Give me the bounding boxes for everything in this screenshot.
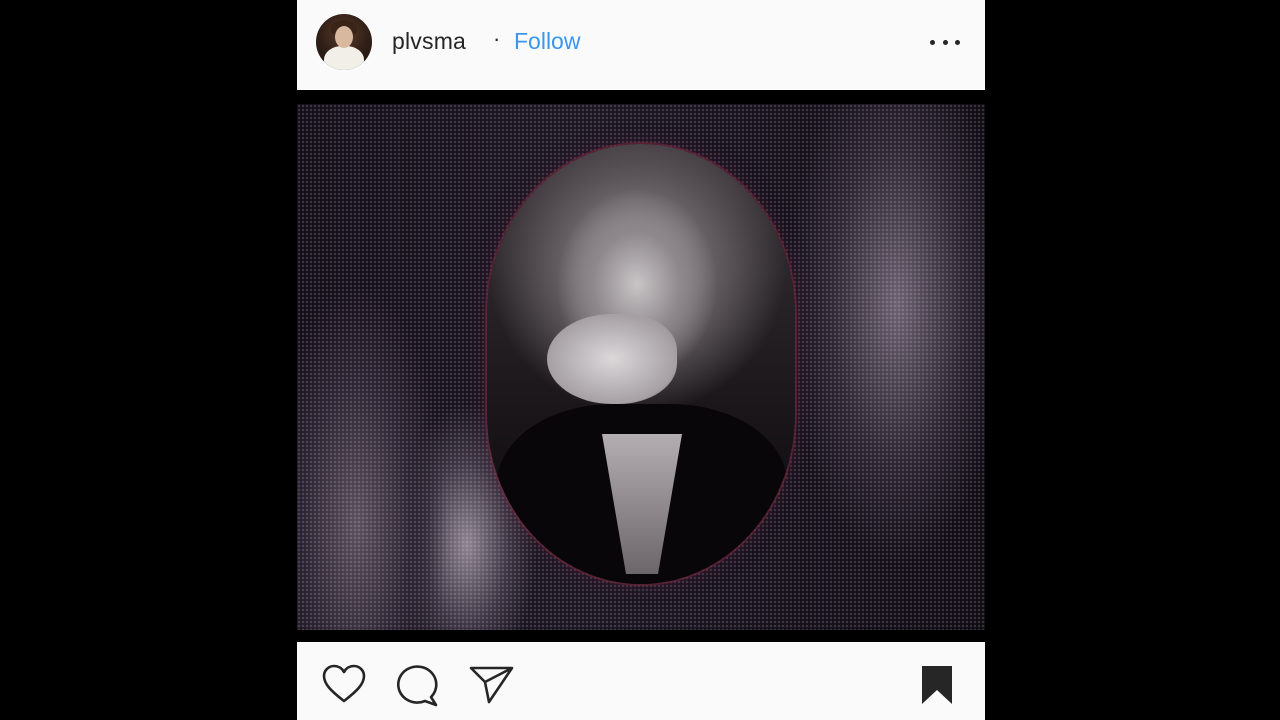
portrait-oval [487, 144, 795, 584]
post-header: plvsma · Follow [297, 0, 985, 90]
more-dot [955, 39, 960, 45]
avatar-dress [324, 46, 364, 70]
portrait-hand [547, 314, 677, 404]
post-card: plvsma · Follow [297, 0, 985, 720]
bookmark-icon[interactable] [919, 664, 955, 706]
send-icon[interactable] [469, 664, 515, 706]
username-link[interactable]: plvsma [392, 28, 466, 55]
avatar-face [335, 26, 353, 48]
separator-dot: · [493, 26, 501, 51]
post-media[interactable] [297, 104, 985, 630]
action-bar [297, 642, 985, 720]
avatar[interactable] [316, 14, 372, 70]
follow-button[interactable]: Follow [514, 28, 580, 55]
comment-icon[interactable] [395, 664, 441, 708]
more-dot [942, 39, 948, 45]
more-dot [930, 39, 935, 45]
more-options-icon[interactable] [930, 38, 960, 46]
heart-icon[interactable] [321, 664, 367, 704]
